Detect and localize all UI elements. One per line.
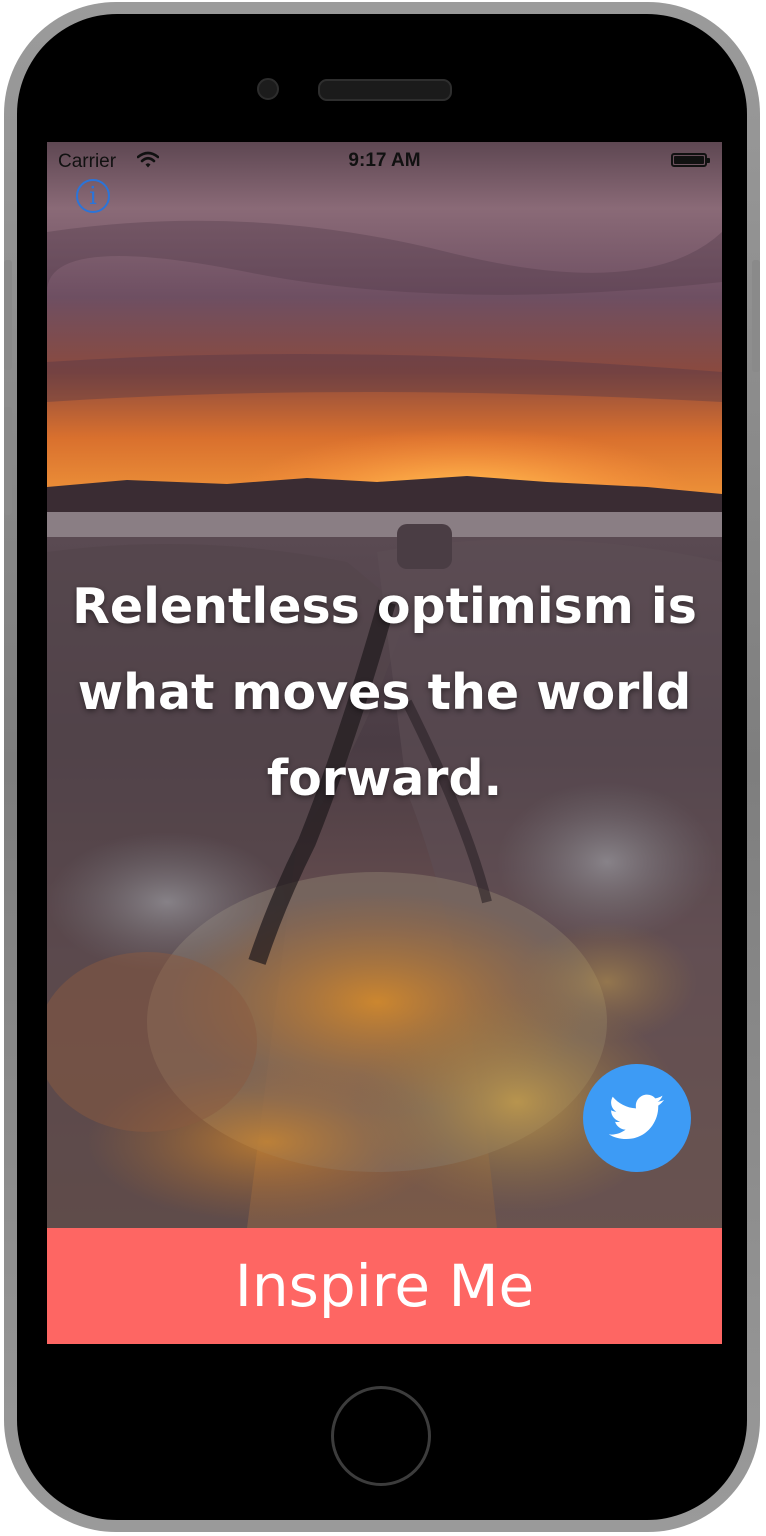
- status-time: 9:17 AM: [348, 150, 421, 171]
- quote-text: Relentless optimism is what moves the wo…: [72, 578, 697, 807]
- front-camera: [257, 78, 279, 100]
- earpiece-speaker: [318, 79, 452, 101]
- inspire-me-button[interactable]: Inspire Me: [47, 1228, 722, 1344]
- home-button[interactable]: [331, 1386, 431, 1486]
- info-icon[interactable]: i: [76, 179, 110, 213]
- twitter-bird-icon: [609, 1094, 665, 1139]
- volume-button: [4, 407, 12, 515]
- twitter-share-button[interactable]: [583, 1064, 691, 1172]
- battery-full-icon: [671, 153, 710, 167]
- status-bar: Carrier 9:17 AM: [47, 142, 722, 182]
- app-screen: Carrier 9:17 AM i Relentless optimism is…: [47, 142, 722, 1344]
- mute-switch: [4, 260, 12, 370]
- power-button: [752, 260, 760, 372]
